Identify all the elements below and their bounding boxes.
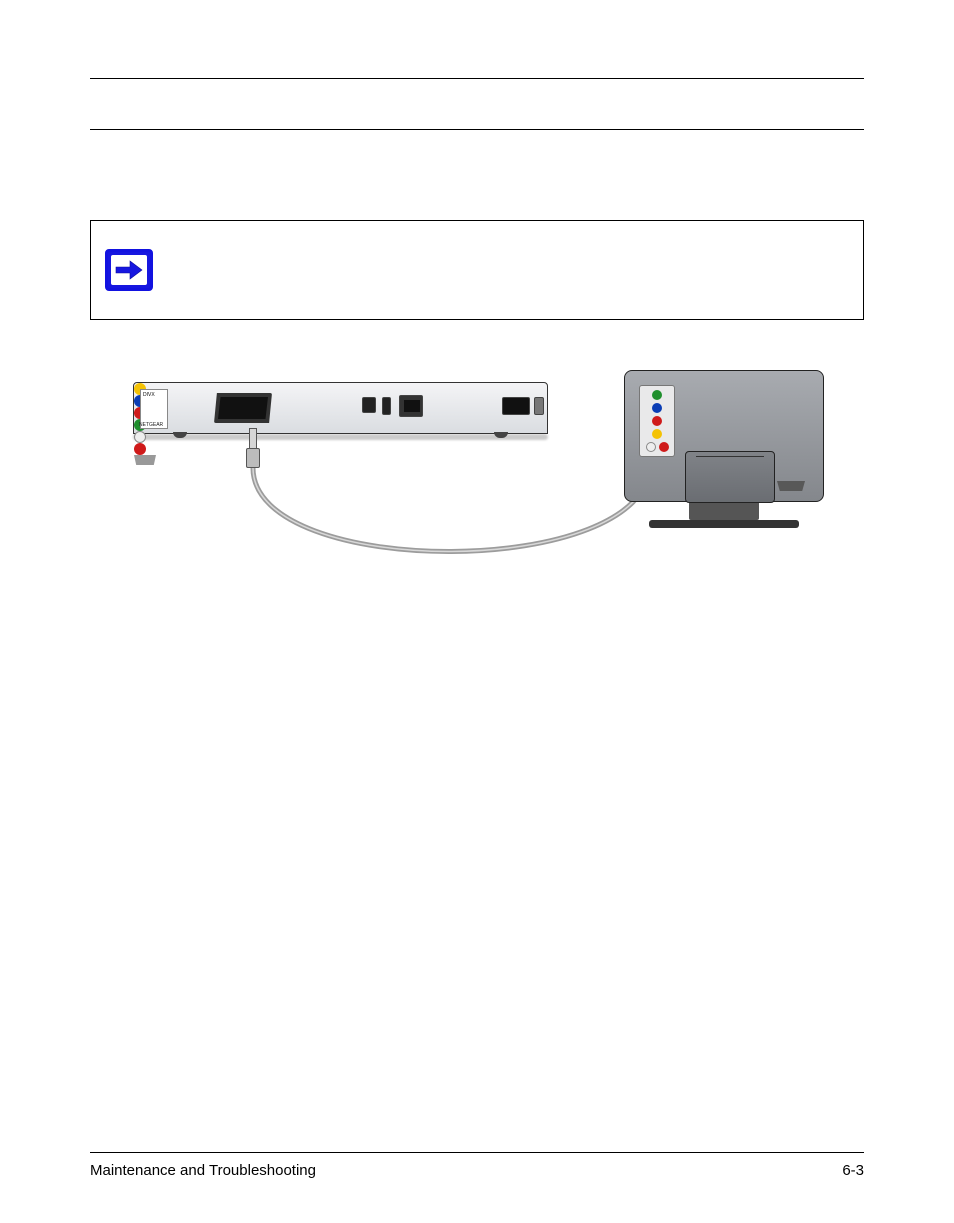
- tv-rear: [624, 370, 824, 528]
- page-footer: Maintenance and Troubleshooting 6-3: [90, 1162, 864, 1179]
- usb-plug-left-icon: [246, 428, 260, 468]
- tv-rca-red2-icon: [659, 442, 669, 452]
- top-rule-2: [90, 129, 864, 130]
- rca-red-bottom-icon: [134, 443, 146, 455]
- ethernet-port-icon: [399, 395, 423, 417]
- divx-label: DIVX: [143, 392, 155, 398]
- tv-stand-base-icon: [649, 520, 799, 528]
- tv-stand-cover-icon: [685, 451, 775, 503]
- power-inlet-icon: [502, 397, 530, 415]
- scart-port-icon: [214, 393, 272, 423]
- device-brand-label: NETGEAR: [139, 422, 163, 428]
- hdmi-port-icon: [134, 455, 156, 465]
- tv-rca-green-icon: [652, 390, 662, 400]
- note-box: [90, 220, 864, 320]
- usb-port-icon: [382, 397, 391, 415]
- power-switch-icon: [534, 397, 544, 415]
- rca-white-icon: [134, 431, 146, 443]
- footer-page-number: 6-3: [842, 1162, 864, 1179]
- tv-stand-neck-icon: [689, 500, 759, 520]
- tv-rca-yellow-icon: [652, 429, 662, 439]
- tv-rca-blue-icon: [652, 403, 662, 413]
- page: DIVX NETGEAR: [0, 78, 954, 1223]
- tv-input-panel: [639, 385, 675, 457]
- footer-rule: [90, 1152, 864, 1153]
- arrow-right-icon: [105, 249, 153, 291]
- footer-section-title: Maintenance and Troubleshooting: [90, 1162, 316, 1179]
- tv-rca-red-icon: [652, 416, 662, 426]
- media-player-rear: DIVX NETGEAR: [133, 382, 548, 454]
- tv-rca-white-icon: [646, 442, 656, 452]
- tv-hdmi-port-icon: [777, 481, 805, 491]
- figure-usb-connection: DIVX NETGEAR: [90, 370, 864, 610]
- optical-port-icon: [362, 397, 376, 413]
- top-rule-1: [90, 78, 864, 79]
